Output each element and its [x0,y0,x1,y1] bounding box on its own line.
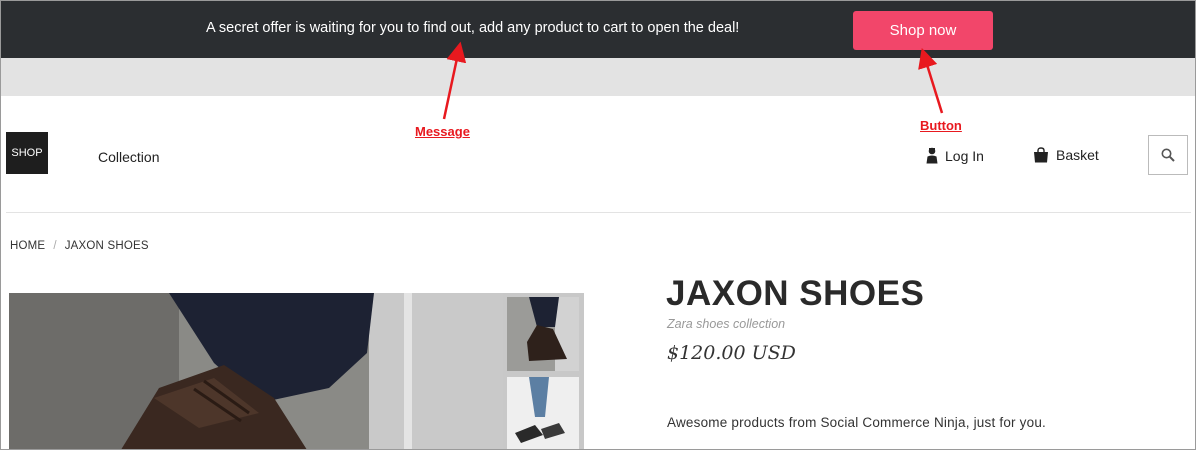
thumbnail-column [503,293,584,449]
product-main-image[interactable] [9,293,503,449]
breadcrumb-current: JAXON SHOES [64,240,149,252]
thumbnail-1[interactable] [507,297,579,371]
basket-label: Basket [1056,147,1099,163]
shop-logo[interactable]: SHOP [6,132,48,174]
basket-link[interactable]: Basket [1033,147,1099,163]
bag-icon [1034,147,1048,163]
breadcrumb-home[interactable]: HOME [10,240,45,252]
product-title: JAXON SHOES [666,274,925,313]
login-label: Log In [945,147,984,164]
announcement-bar: A secret offer is waiting for you to fin… [1,1,1195,58]
user-icon [926,147,938,164]
nav-collection-link[interactable]: Collection [98,149,159,165]
product-price: $120.00 USD [667,342,796,364]
shop-now-button[interactable]: Shop now [853,11,993,50]
annotation-message-label: Message [415,124,470,139]
shoe-photo [9,293,503,449]
breadcrumb-separator: / [53,240,57,252]
promo-message: A secret offer is waiting for you to fin… [206,20,740,36]
product-subtitle: Zara shoes collection [667,317,786,331]
gray-strip [1,58,1195,96]
thumbnail-2[interactable] [507,377,579,449]
annotation-button-label: Button [920,118,962,133]
breadcrumb: HOME / JAXON SHOES [10,240,149,252]
product-description: Awesome products from Social Commerce Ni… [667,415,1046,430]
search-icon [1161,148,1175,162]
login-link[interactable]: Log In [926,147,984,164]
header-divider [6,212,1191,213]
page-frame: A secret offer is waiting for you to fin… [0,0,1196,450]
search-button[interactable] [1148,135,1188,175]
